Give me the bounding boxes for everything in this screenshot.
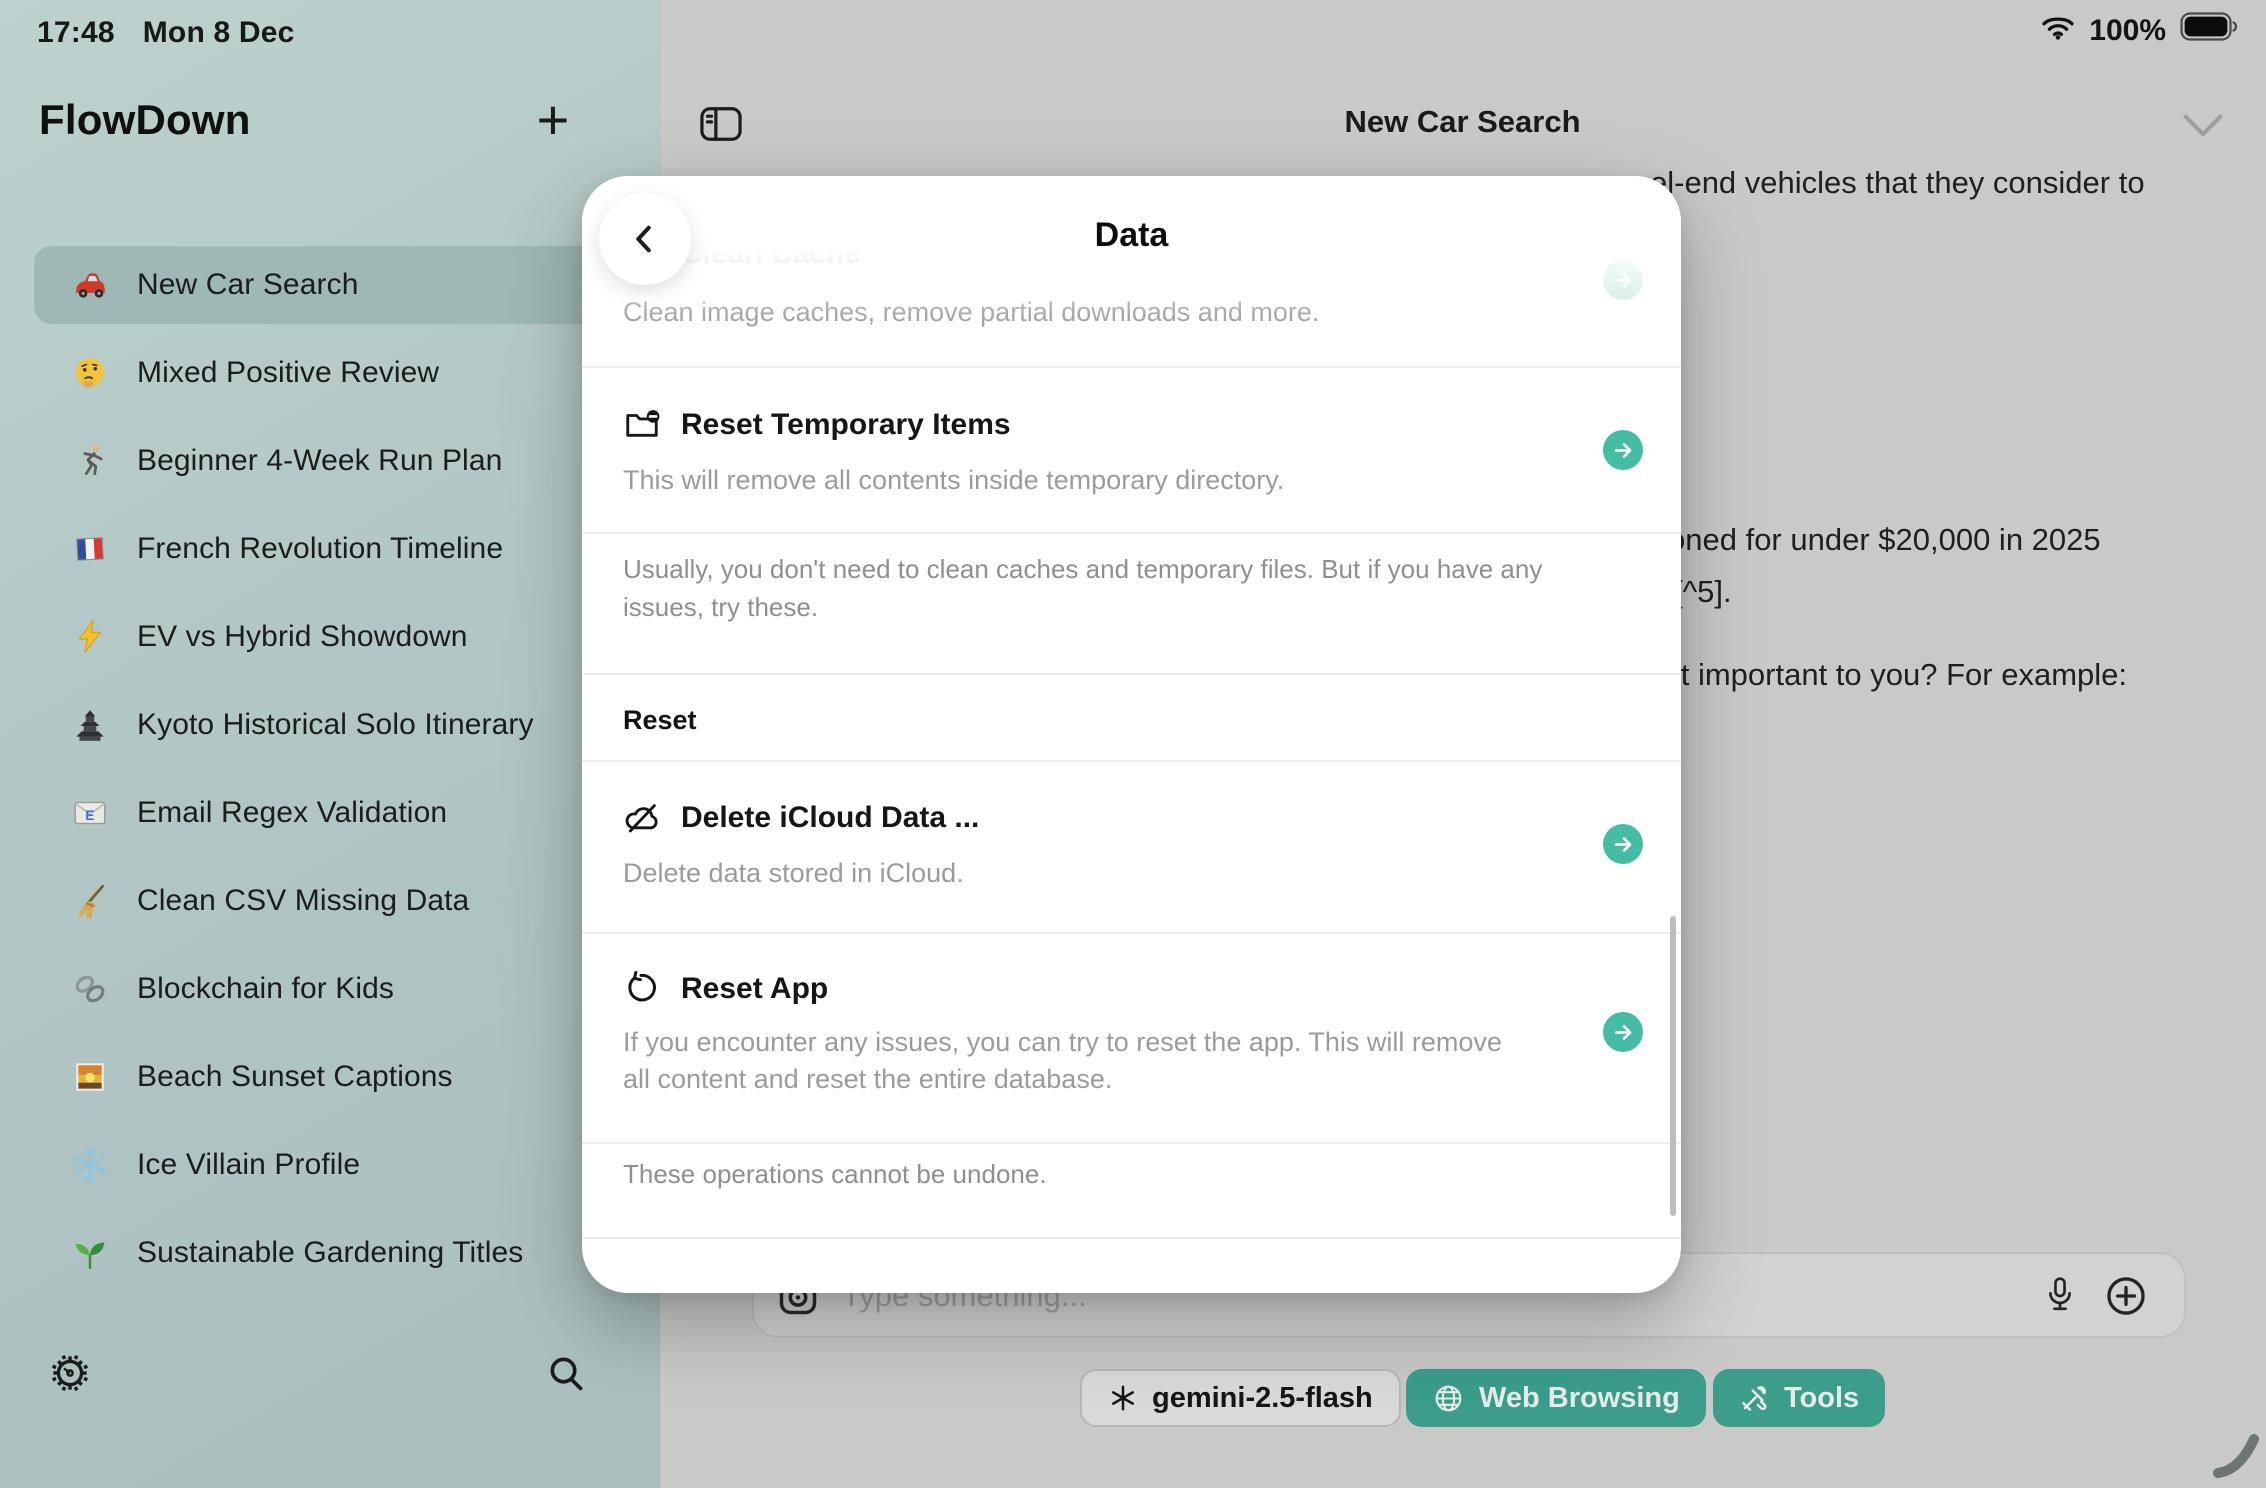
screen: { "status_bar": { "time": "17:48", "date…	[0, 0, 2266, 1488]
new-chat-button[interactable]: +	[523, 90, 583, 150]
chat-header: New Car Search	[659, 0, 2266, 180]
tools-label: Tools	[1784, 1382, 1859, 1415]
sidebar-item[interactable]: Blockchain for Kids	[0, 945, 659, 1033]
search-icon[interactable]	[545, 1352, 585, 1392]
sidebar-item[interactable]: French Revolution Timeline	[0, 505, 659, 593]
divider	[582, 932, 1681, 934]
undone-note: These operations cannot be undone.	[623, 1155, 1047, 1193]
status-bar-left: 17:48 Mon 8 Dec	[37, 16, 295, 50]
sidebar-item-label: New Car Search	[137, 268, 358, 302]
reset-temp-go-button[interactable]	[1603, 430, 1643, 470]
thinking-face-icon	[70, 353, 110, 393]
arrow-right-icon	[1611, 1020, 1636, 1045]
sidebar: 17:48 Mon 8 Dec FlowDown + New Car Searc…	[0, 0, 660, 1488]
sidebar-item-label: Ice Villain Profile	[137, 1148, 360, 1182]
web-browsing-label: Web Browsing	[1479, 1382, 1680, 1415]
folder-minus-icon	[623, 406, 661, 444]
reset-app-row-title[interactable]: Reset App	[681, 967, 828, 1011]
sidebar-item[interactable]: Ice Villain Profile	[0, 1121, 659, 1209]
sidebar-list: New Car Search Mixed Positive Review Begin…	[0, 241, 659, 1297]
castle-icon	[70, 705, 110, 745]
app-title: FlowDown	[39, 96, 251, 143]
divider	[582, 366, 1681, 368]
sidebar-item-label: Email Regex Validation	[137, 796, 447, 830]
sidebar-item[interactable]: New Car Search	[0, 241, 659, 329]
chat-message-fragment: [^5].	[1674, 574, 1732, 610]
chat-message-fragment: ost important to you? For example:	[1648, 657, 2127, 693]
sidebar-item[interactable]: Beach Sunset Captions	[0, 1033, 659, 1121]
status-time: 17:48	[37, 16, 115, 50]
sidebar-item-label: Blockchain for Kids	[137, 972, 394, 1006]
cloud-slash-icon	[623, 799, 661, 837]
runner-icon	[70, 441, 110, 481]
sidebar-item-label: Clean CSV Missing Data	[137, 884, 469, 918]
delete-icloud-row-title[interactable]: Delete iCloud Data ...	[681, 796, 979, 840]
caches-note: Usually, you don't need to clean caches …	[623, 550, 1623, 626]
sidebar-item-label: Kyoto Historical Solo Itinerary	[137, 708, 534, 742]
sidebar-header: FlowDown +	[39, 96, 629, 166]
reset-temp-row-title[interactable]: Reset Temporary Items	[681, 403, 1011, 447]
tools-icon	[1739, 1383, 1770, 1414]
microphone-icon[interactable]	[2044, 1274, 2076, 1321]
sidebar-item[interactable]: EV vs Hybrid Showdown	[0, 593, 659, 681]
sidebar-item-label: Beach Sunset Captions	[137, 1060, 453, 1094]
sidebar-item-label: French Revolution Timeline	[137, 532, 503, 566]
sidebar-item[interactable]: Sustainable Gardening Titles	[0, 1209, 659, 1297]
globe-icon	[1432, 1382, 1465, 1415]
divider	[582, 760, 1681, 762]
chevron-down-icon[interactable]	[2180, 112, 2226, 143]
status-date: Mon 8 Dec	[143, 16, 295, 50]
reset-ccw-icon	[623, 970, 661, 1008]
divider	[582, 673, 1681, 675]
sidebar-item[interactable]: Kyoto Historical Solo Itinerary	[0, 681, 659, 769]
svg-text:E: E	[85, 808, 94, 823]
divider	[582, 1142, 1681, 1144]
reset-app-subtitle: If you encounter any issues, you can try…	[623, 1024, 1523, 1098]
sidebar-item-label: Mixed Positive Review	[137, 356, 439, 390]
divider	[582, 1237, 1681, 1239]
model-selector-chip[interactable]: gemini-2.5-flash	[1080, 1369, 1401, 1427]
sidebar-item[interactable]: Beginner 4-Week Run Plan	[0, 417, 659, 505]
divider	[582, 532, 1681, 534]
reset-app-go-button[interactable]	[1603, 1012, 1643, 1052]
web-browsing-chip[interactable]: Web Browsing	[1406, 1369, 1706, 1427]
sidebar-item[interactable]: Mixed Positive Review	[0, 329, 659, 417]
delete-icloud-go-button[interactable]	[1603, 824, 1643, 864]
sidebar-item-label: Sustainable Gardening Titles	[137, 1236, 523, 1270]
chat-message-fragment: oned for under $20,000 in 2025	[1668, 522, 2101, 558]
broom-icon	[70, 881, 110, 921]
france-flag-icon	[70, 529, 110, 569]
chat-message-fragment: el-end vehicles that they consider to	[1650, 165, 2145, 201]
seedling-icon	[70, 1233, 110, 1273]
arrow-right-icon	[1611, 438, 1636, 463]
tools-chip[interactable]: Tools	[1713, 1369, 1885, 1427]
data-settings-modal: Data Clean Cache Clean image caches, rem…	[582, 176, 1681, 1293]
attach-plus-icon[interactable]	[2104, 1274, 2148, 1321]
modal-scrollbar[interactable]	[1670, 916, 1676, 1216]
sidebar-item[interactable]: Clean CSV Missing Data	[0, 857, 659, 945]
asterisk-icon	[1108, 1383, 1138, 1413]
chat-title: New Car Search	[659, 104, 2266, 140]
sidebar-item-label: Beginner 4-Week Run Plan	[137, 444, 502, 478]
corner-swipe-mark	[2212, 1431, 2260, 1484]
modal-title: Data	[582, 216, 1681, 255]
delete-icloud-subtitle: Delete data stored in iCloud.	[623, 855, 964, 892]
email-icon: E	[70, 793, 110, 833]
model-name: gemini-2.5-flash	[1152, 1382, 1373, 1415]
chain-icon	[70, 969, 110, 1009]
reset-section-header: Reset	[623, 705, 697, 736]
sunset-icon	[70, 1057, 110, 1097]
sidebar-item[interactable]: E Email Regex Validation	[0, 769, 659, 857]
arrow-right-icon	[1611, 832, 1636, 857]
car-icon	[70, 265, 110, 305]
settings-gear-icon[interactable]	[49, 1352, 91, 1394]
snowflake-icon	[70, 1145, 110, 1185]
lightning-icon	[70, 617, 110, 657]
reset-temp-subtitle: This will remove all contents inside tem…	[623, 462, 1284, 499]
sidebar-item-label: EV vs Hybrid Showdown	[137, 620, 468, 654]
